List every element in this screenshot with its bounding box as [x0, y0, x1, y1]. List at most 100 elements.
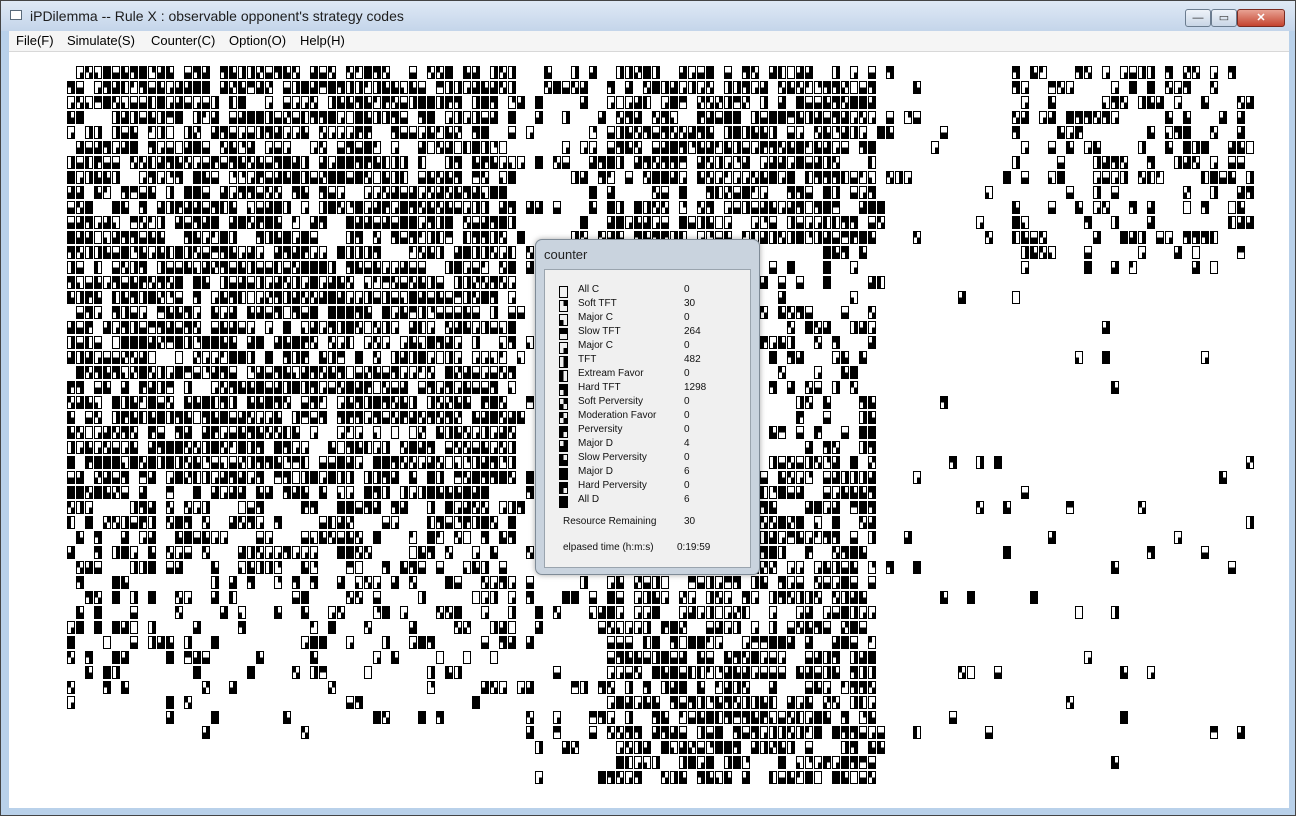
- agent-cell: [787, 126, 795, 139]
- agent-cell: [823, 126, 831, 139]
- agent-cell: [868, 321, 876, 334]
- agent-cell: [202, 156, 210, 169]
- agent-cell: [265, 81, 273, 94]
- agent-cell: [1147, 216, 1155, 229]
- agent-cell: [607, 636, 615, 649]
- agent-cell: [859, 441, 867, 454]
- agent-cell: [220, 486, 228, 499]
- agent-cell: [787, 471, 795, 484]
- agent-cell: [229, 321, 237, 334]
- agent-cell: [859, 396, 867, 409]
- agent-cell: [652, 696, 660, 709]
- agent-cell: [814, 171, 822, 184]
- agent-cell: [913, 231, 921, 244]
- agent-cell: [778, 741, 786, 754]
- agent-cell: [112, 366, 120, 379]
- agent-cell: [301, 306, 309, 319]
- agent-cell: [1138, 96, 1146, 109]
- agent-cell: [832, 636, 840, 649]
- agent-cell: [346, 231, 354, 244]
- agent-cell: [1066, 186, 1074, 199]
- agent-cell: [274, 471, 282, 484]
- agent-cell: [454, 111, 462, 124]
- agent-cell: [769, 741, 777, 754]
- agent-cell: [571, 81, 579, 94]
- agent-cell: [139, 156, 147, 169]
- agent-cell: [661, 666, 669, 679]
- agent-cell: [283, 486, 291, 499]
- agent-cell: [148, 426, 156, 439]
- agent-cell: [787, 306, 795, 319]
- agent-cell: [400, 81, 408, 94]
- agent-cell: [283, 306, 291, 319]
- agent-cell: [184, 516, 192, 529]
- agent-cell: [175, 561, 183, 574]
- agent-cell: [742, 141, 750, 154]
- agent-cell: [805, 756, 813, 769]
- agent-cell: [787, 141, 795, 154]
- agent-cell: [868, 216, 876, 229]
- agent-cell: [175, 441, 183, 454]
- agent-cell: [463, 516, 471, 529]
- agent-cell: [634, 216, 642, 229]
- agent-cell: [400, 351, 408, 364]
- strategy-count: 4: [684, 438, 690, 449]
- agent-cell: [805, 711, 813, 724]
- agent-cell: [427, 516, 435, 529]
- menu-option[interactable]: Option(O): [229, 33, 286, 48]
- agent-cell: [1057, 156, 1065, 169]
- agent-cell: [238, 246, 246, 259]
- agent-cell: [463, 486, 471, 499]
- agent-cell: [607, 216, 615, 229]
- agent-cell: [94, 306, 102, 319]
- agent-cell: [418, 636, 426, 649]
- minimize-button[interactable]: —: [1185, 9, 1211, 27]
- agent-cell: [301, 351, 309, 364]
- agent-cell: [868, 771, 876, 784]
- agent-cell: [283, 276, 291, 289]
- agent-cell: [1165, 81, 1173, 94]
- agent-cell: [436, 456, 444, 469]
- maximize-button[interactable]: ▭: [1211, 9, 1237, 27]
- menu-file[interactable]: File(F): [16, 33, 54, 48]
- agent-cell: [490, 216, 498, 229]
- agent-cell: [481, 201, 489, 214]
- agent-cell: [337, 516, 345, 529]
- close-button[interactable]: ✕: [1237, 9, 1285, 27]
- agent-cell: [247, 291, 255, 304]
- agent-cell: [247, 336, 255, 349]
- agent-cell: [1012, 216, 1020, 229]
- agent-cell: [1093, 141, 1101, 154]
- agent-cell: [85, 666, 93, 679]
- agent-cell: [292, 246, 300, 259]
- agent-cell: [859, 201, 867, 214]
- agent-cell: [121, 456, 129, 469]
- agent-cell: [472, 231, 480, 244]
- menu-simulate[interactable]: Simulate(S): [67, 33, 135, 48]
- counter-dialog[interactable]: counter All C 0 Soft TFT 30 Major C 0 Slow TFT…: [535, 239, 760, 575]
- agent-cell: [85, 426, 93, 439]
- agent-cell: [715, 621, 723, 634]
- agent-cell: [886, 66, 894, 79]
- agent-cell: [805, 501, 813, 514]
- agent-cell: [238, 441, 246, 454]
- agent-cell: [193, 276, 201, 289]
- agent-cell: [472, 171, 480, 184]
- agent-cell: [409, 441, 417, 454]
- agent-cell: [850, 666, 858, 679]
- agent-cell: [562, 741, 570, 754]
- agent-cell: [670, 741, 678, 754]
- agent-cell: [157, 231, 165, 244]
- agent-cell: [796, 111, 804, 124]
- agent-cell: [166, 186, 174, 199]
- agent-cell: [166, 546, 174, 559]
- agent-cell: [634, 771, 642, 784]
- menu-counter[interactable]: Counter(C): [151, 33, 215, 48]
- agent-cell: [733, 726, 741, 739]
- agent-cell: [220, 156, 228, 169]
- agent-cell: [346, 276, 354, 289]
- agent-cell: [472, 246, 480, 259]
- agent-cell: [382, 306, 390, 319]
- menu-help[interactable]: Help(H): [300, 33, 345, 48]
- title-bar[interactable]: iPDilemma -- Rule X : observable opponen…: [1, 1, 1295, 31]
